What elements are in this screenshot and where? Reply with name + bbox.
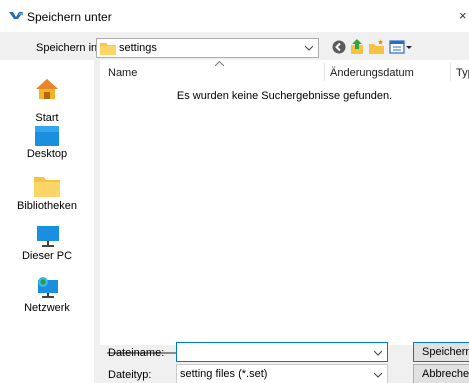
filename-label: Dateiname: (108, 347, 165, 359)
places-bar: Start Desktop Bibliotheken Dieser PC Net… (0, 60, 94, 383)
close-icon[interactable]: × (459, 8, 467, 23)
pc-icon (37, 226, 59, 247)
place-desktop[interactable]: Desktop (0, 126, 94, 178)
place-label: Bibliotheken (17, 200, 77, 212)
save-in-dropdown[interactable]: settings (96, 38, 319, 58)
new-folder-icon[interactable] (369, 39, 385, 55)
column-header-name[interactable]: Name (108, 67, 137, 79)
file-list[interactable]: Name Änderungsdatum Typ Es wurden keine … (100, 60, 469, 354)
save-in-label: Speichern in: (36, 42, 101, 54)
desktop-icon (35, 126, 59, 146)
libraries-icon (34, 177, 60, 197)
filetype-value: setting files (*.set) (180, 368, 268, 380)
place-label: Netzwerk (24, 302, 70, 314)
folder-icon (100, 43, 116, 55)
chevron-down-icon (305, 45, 313, 51)
place-label: Start (35, 112, 59, 124)
place-network[interactable]: Netzwerk (0, 276, 94, 328)
filetype-dropdown[interactable]: setting files (*.set) (176, 364, 388, 383)
save-as-dialog: Speichern unter × Speichern in: settings (0, 0, 469, 383)
title-bar: Speichern unter × (0, 0, 469, 32)
up-folder-icon[interactable] (349, 39, 365, 55)
network-icon (38, 277, 58, 298)
window-title: Speichern unter (27, 10, 112, 24)
column-separator[interactable] (450, 63, 451, 81)
app-icon (9, 12, 23, 19)
place-this-pc[interactable]: Dieser PC (0, 226, 94, 278)
cancel-button[interactable]: Abbrechen (413, 364, 469, 383)
place-label: Desktop (26, 148, 68, 160)
filename-input[interactable] (176, 342, 388, 362)
place-start[interactable]: Start (0, 78, 94, 130)
view-menu-icon[interactable] (389, 39, 413, 55)
place-label: Dieser PC (21, 250, 73, 262)
sort-ascending-icon (215, 61, 224, 66)
column-separator[interactable] (324, 63, 325, 81)
back-icon[interactable] (331, 39, 347, 55)
column-header-date[interactable]: Änderungsdatum (330, 67, 414, 79)
filetype-label: Dateityp: (108, 369, 152, 381)
empty-results-message: Es wurden keine Suchergebnisse gefunden. (176, 90, 393, 102)
home-icon (36, 79, 58, 99)
place-libraries[interactable]: Bibliotheken (0, 177, 94, 229)
column-header-type[interactable]: Typ (456, 67, 469, 79)
save-in-value: settings (119, 42, 157, 54)
chevron-down-icon[interactable] (374, 349, 382, 357)
chevron-down-icon (374, 372, 382, 378)
save-button[interactable]: Speichern (413, 342, 469, 362)
